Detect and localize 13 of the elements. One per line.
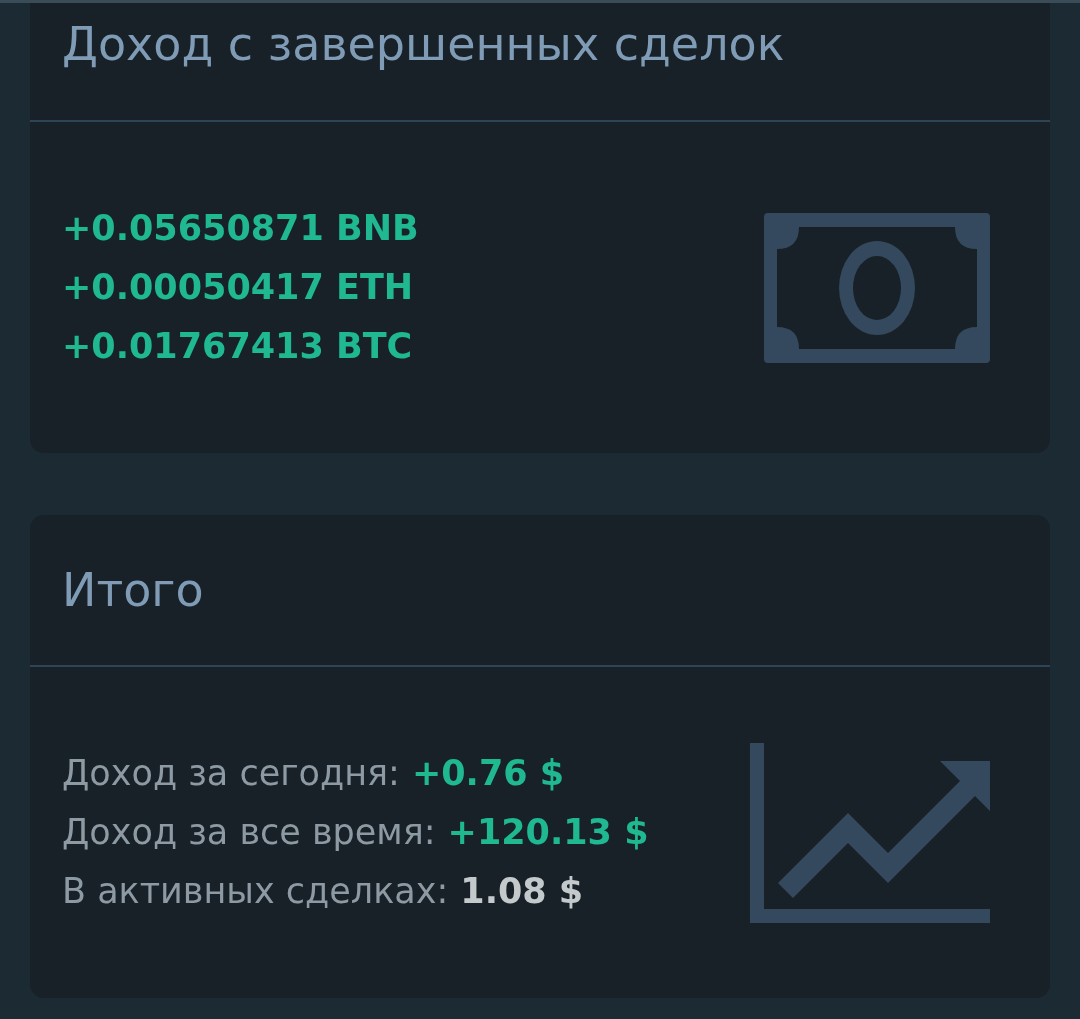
trend-chart-icon: [750, 742, 990, 923]
stat-label: Доход за сегодня:: [62, 753, 400, 793]
stat-value: +0.01767413 BTC: [62, 326, 413, 366]
stat-value: +0.05650871 BNB: [62, 208, 419, 248]
card-title: Доход с завершенных сделок: [62, 17, 785, 71]
banknote-icon: [764, 212, 990, 363]
stat-value: +120.13 $: [447, 812, 649, 852]
stat-value: +0.00050417 ETH: [62, 267, 414, 307]
stat-label: В активных сделках:: [62, 871, 449, 911]
card-title: Итого: [62, 563, 204, 617]
stat-value: 1.08 $: [460, 871, 584, 911]
stat-value: +0.76 $: [411, 753, 565, 793]
stat-label: Доход за все время:: [62, 812, 436, 852]
